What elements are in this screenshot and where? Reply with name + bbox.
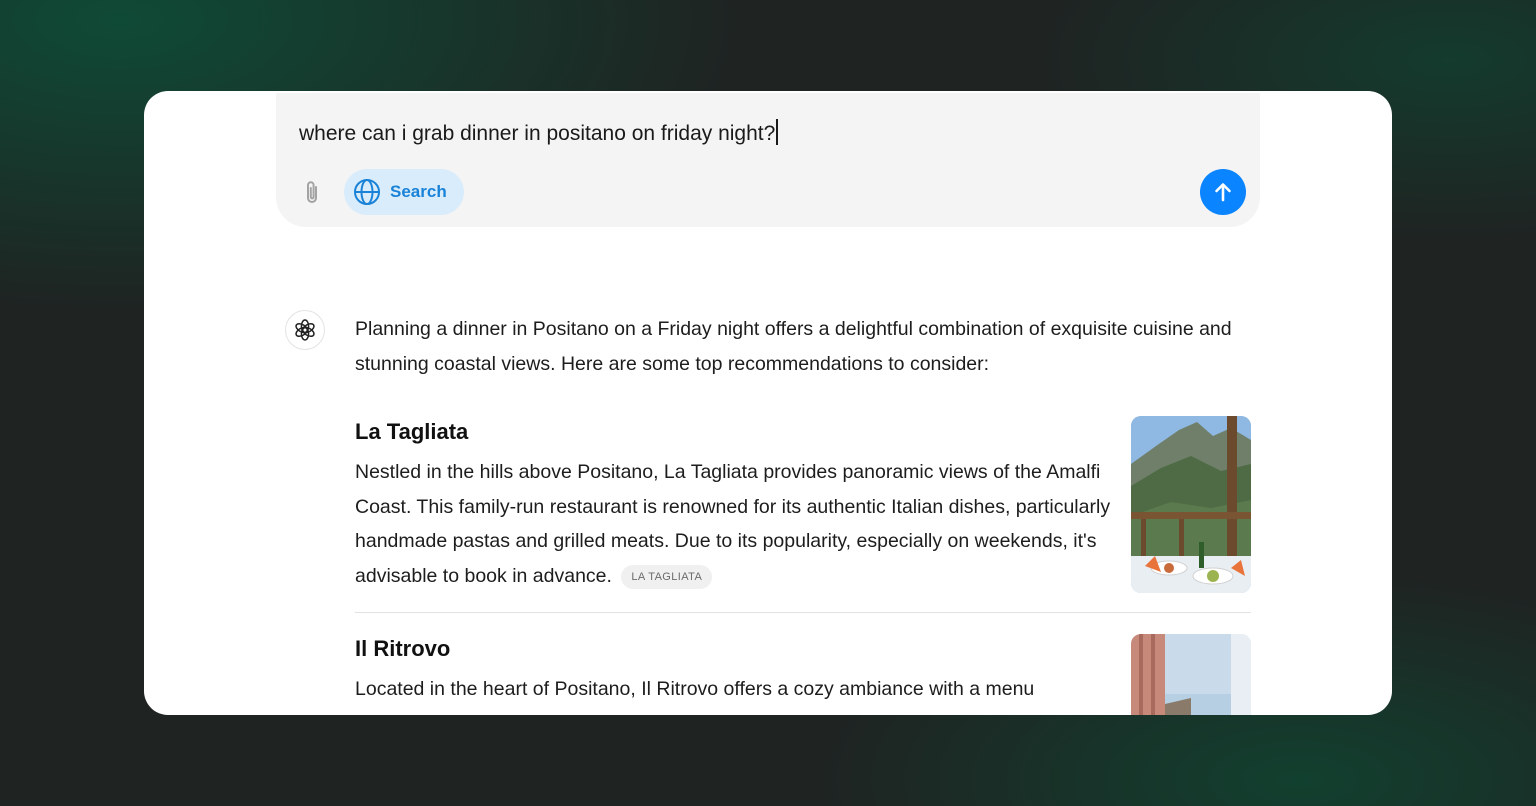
globe-icon [354,179,380,205]
send-button[interactable] [1200,169,1246,215]
restaurant-photo-image [1131,634,1251,715]
restaurant-description-text: Nestled in the hills above Positano, La … [355,461,1111,587]
restaurant-photo[interactable] [1131,634,1251,715]
search-button[interactable]: Search [344,169,464,215]
text-caret [776,119,778,145]
source-citation-chip[interactable]: LA TAGLIATA [621,564,713,589]
message-input-text: where can i grab dinner in positano on f… [299,122,776,145]
restaurant-description: Located in the heart of Positano, Il Rit… [355,678,1035,700]
section-divider [355,612,1251,613]
chat-window: where can i grab dinner in positano on f… [144,91,1392,715]
restaurant-photo[interactable] [1131,416,1251,593]
restaurant-title: La Tagliata [355,419,469,444]
search-button-label: Search [390,182,447,201]
assistant-avatar [285,310,325,350]
arrow-up-icon [1215,183,1231,202]
response-intro: Planning a dinner in Positano on a Frida… [355,318,1232,375]
attach-button[interactable] [300,179,324,207]
restaurant-description: Nestled in the hills above Positano, La … [355,455,1115,593]
restaurant-photo-image [1131,416,1251,593]
restaurant-title: Il Ritrovo [355,636,451,661]
openai-logo-icon [295,319,315,341]
paperclip-icon [307,181,317,203]
composer: where can i grab dinner in positano on f… [276,93,1260,227]
message-input[interactable]: where can i grab dinner in positano on f… [299,119,778,146]
